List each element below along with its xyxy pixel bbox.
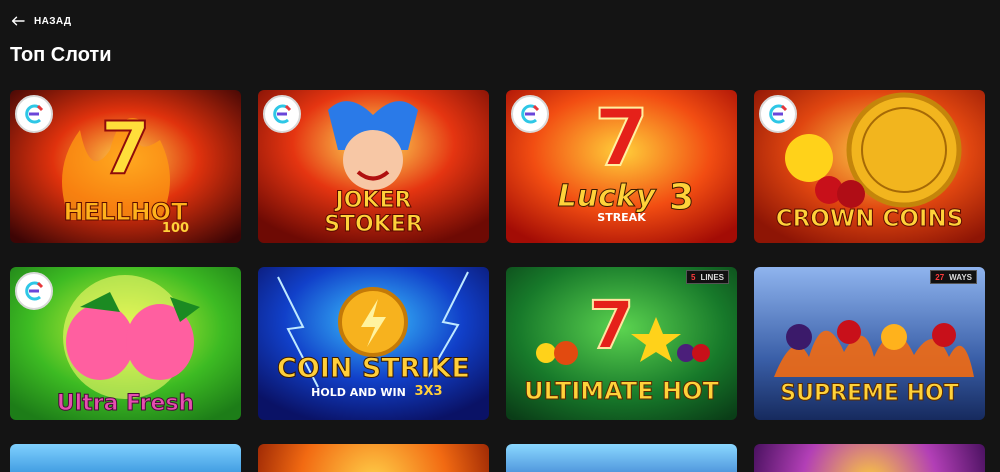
game-tile-supreme-hot[interactable]: SUPREME HOT 27 WAYS [754,267,985,420]
provider-badge [15,272,53,310]
game-title: Ultra Fresh [56,391,195,416]
game-tile-joker-stoker[interactable]: JOKER STOKER [258,90,489,243]
back-label: НАЗАД [34,15,72,27]
lines-count: 5 [690,272,696,282]
arrow-left-icon [11,16,25,26]
game-tile[interactable] [506,444,737,472]
provider-logo-icon [25,104,44,124]
lines-badge: 27 WAYS [930,270,977,284]
game-tile[interactable] [258,444,489,472]
game-title: ULTIMATE HOT [524,377,720,405]
provider-logo-icon [273,104,292,124]
provider-badge [263,95,301,133]
game-title: COIN STRIKE [277,353,471,384]
lines-label: WAYS [949,272,972,282]
provider-logo-icon [25,281,44,301]
page-title: Топ Слоти [10,44,112,66]
game-tile[interactable] [10,444,241,472]
game-title: SUPREME HOT [780,381,960,406]
seven-symbol: 7 [588,287,636,364]
provider-logo-icon [769,104,788,124]
game-subtitle: STOKER [324,212,424,237]
game-tile-ultimate-hot[interactable]: 7 ULTIMATE HOT 5 LINES [506,267,737,420]
game-tile-crown-coins[interactable]: CROWN COINS [754,90,985,243]
lines-label: LINES [700,272,724,282]
provider-logo-icon [521,104,540,124]
lines-count: 27 [935,272,945,282]
game-tile[interactable] [754,444,985,472]
game-grid: 7 HELLHOT 100 JOKER STOKER 7 Lucky STREA… [10,90,990,472]
game-number: 3 [668,177,695,218]
game-subtitle: 100 [161,221,190,236]
game-variant: 3x3 [414,384,443,399]
game-title: HELLHOT [63,198,188,226]
game-title: CROWN COINS [775,206,964,232]
game-tile-hellhot[interactable]: 7 HELLHOT 100 [10,90,241,243]
provider-badge [15,95,53,133]
lines-badge: 5 LINES [685,270,729,284]
game-tile-coin-strike[interactable]: COIN STRIKE HOLD AND WIN 3x3 [258,267,489,420]
game-tile-lucky-streak-3[interactable]: 7 Lucky STREAK 3 [506,90,737,243]
game-title: JOKER [335,188,412,213]
back-button[interactable]: НАЗАД [11,11,71,31]
provider-badge [759,95,797,133]
provider-badge [511,95,549,133]
game-tile-ultra-fresh[interactable]: Ultra Fresh [10,267,241,420]
